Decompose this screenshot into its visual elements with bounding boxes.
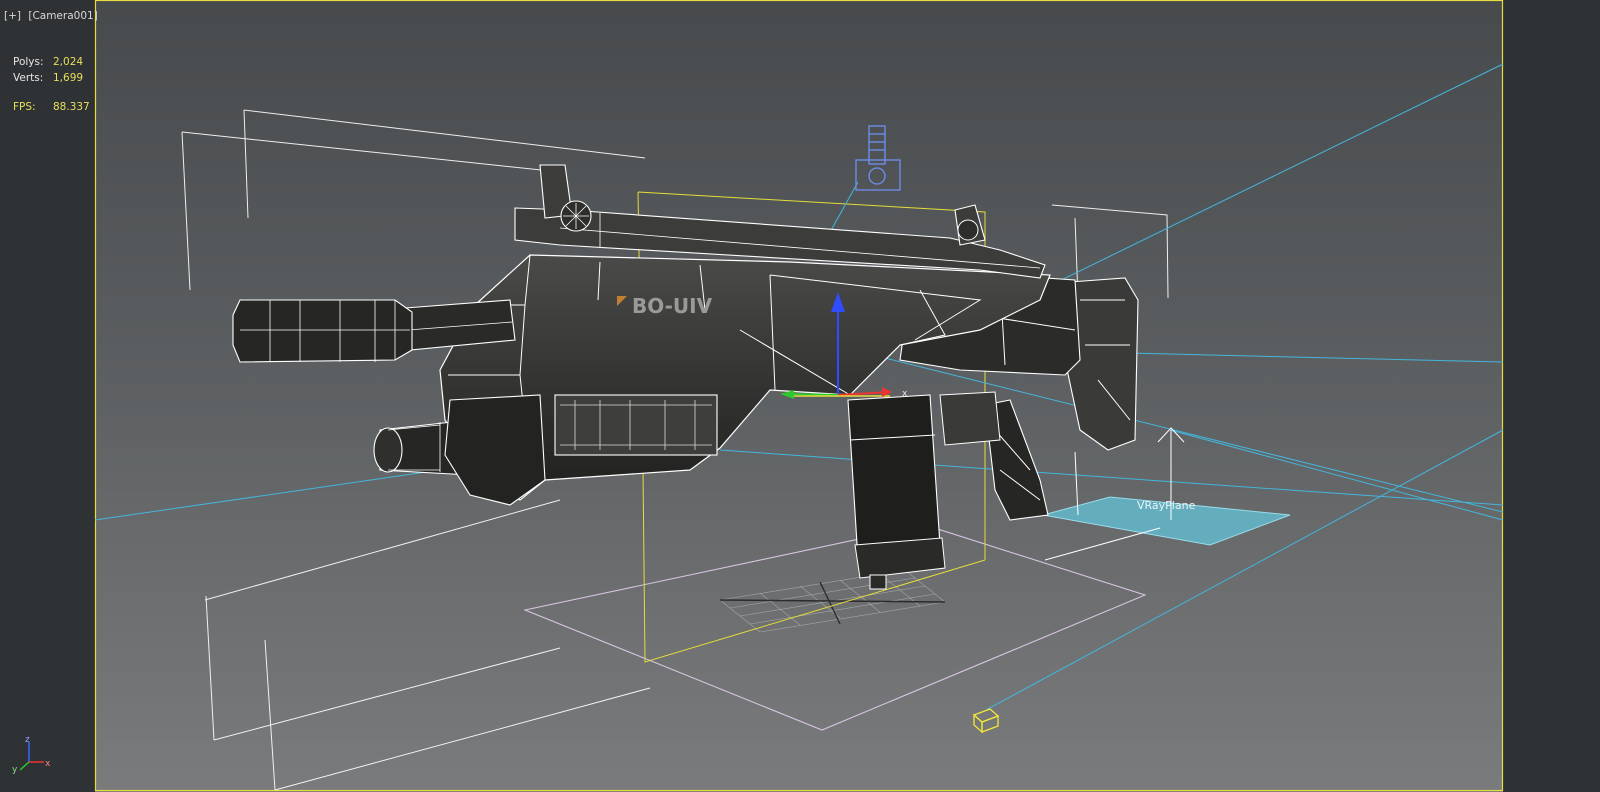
- stat-verts-label: Verts:: [13, 72, 44, 84]
- viewport-menu-button[interactable]: [+]: [4, 10, 21, 22]
- stat-verts-value: 1,699: [53, 72, 84, 84]
- weapon-decal-text: BO-UIV: [632, 294, 713, 318]
- stat-verts: Verts: 1,699: [13, 70, 83, 86]
- stat-polys-value: 2,024: [53, 56, 84, 68]
- left-panel: [0, 0, 95, 792]
- right-panel: [1503, 0, 1600, 792]
- camera-menu-button[interactable]: [Camera001]: [28, 10, 97, 22]
- axis-label-x: x: [45, 759, 51, 769]
- stat-polys: Polys: 2,024: [13, 54, 83, 70]
- svg-text:x: x: [902, 389, 908, 399]
- scene-statistics: Polys: 2,024 Verts: 1,699: [13, 54, 83, 86]
- stat-polys-label: Polys:: [13, 56, 44, 68]
- scene-canvas[interactable]: BO-UIV x z x y: [0, 0, 1600, 792]
- axis-label-y: y: [12, 765, 18, 775]
- fps-label: FPS:: [13, 101, 36, 113]
- viewport-camera001[interactable]: BO-UIV x z x y: [0, 0, 1600, 792]
- viewport-label: [+] [Camera001]: [4, 10, 98, 22]
- axis-label-z: z: [25, 735, 30, 745]
- fps-value: 88.337: [53, 101, 90, 113]
- vray-plane-label: VRayPlane: [1137, 499, 1196, 512]
- fps-counter: FPS: 88.337: [13, 101, 90, 113]
